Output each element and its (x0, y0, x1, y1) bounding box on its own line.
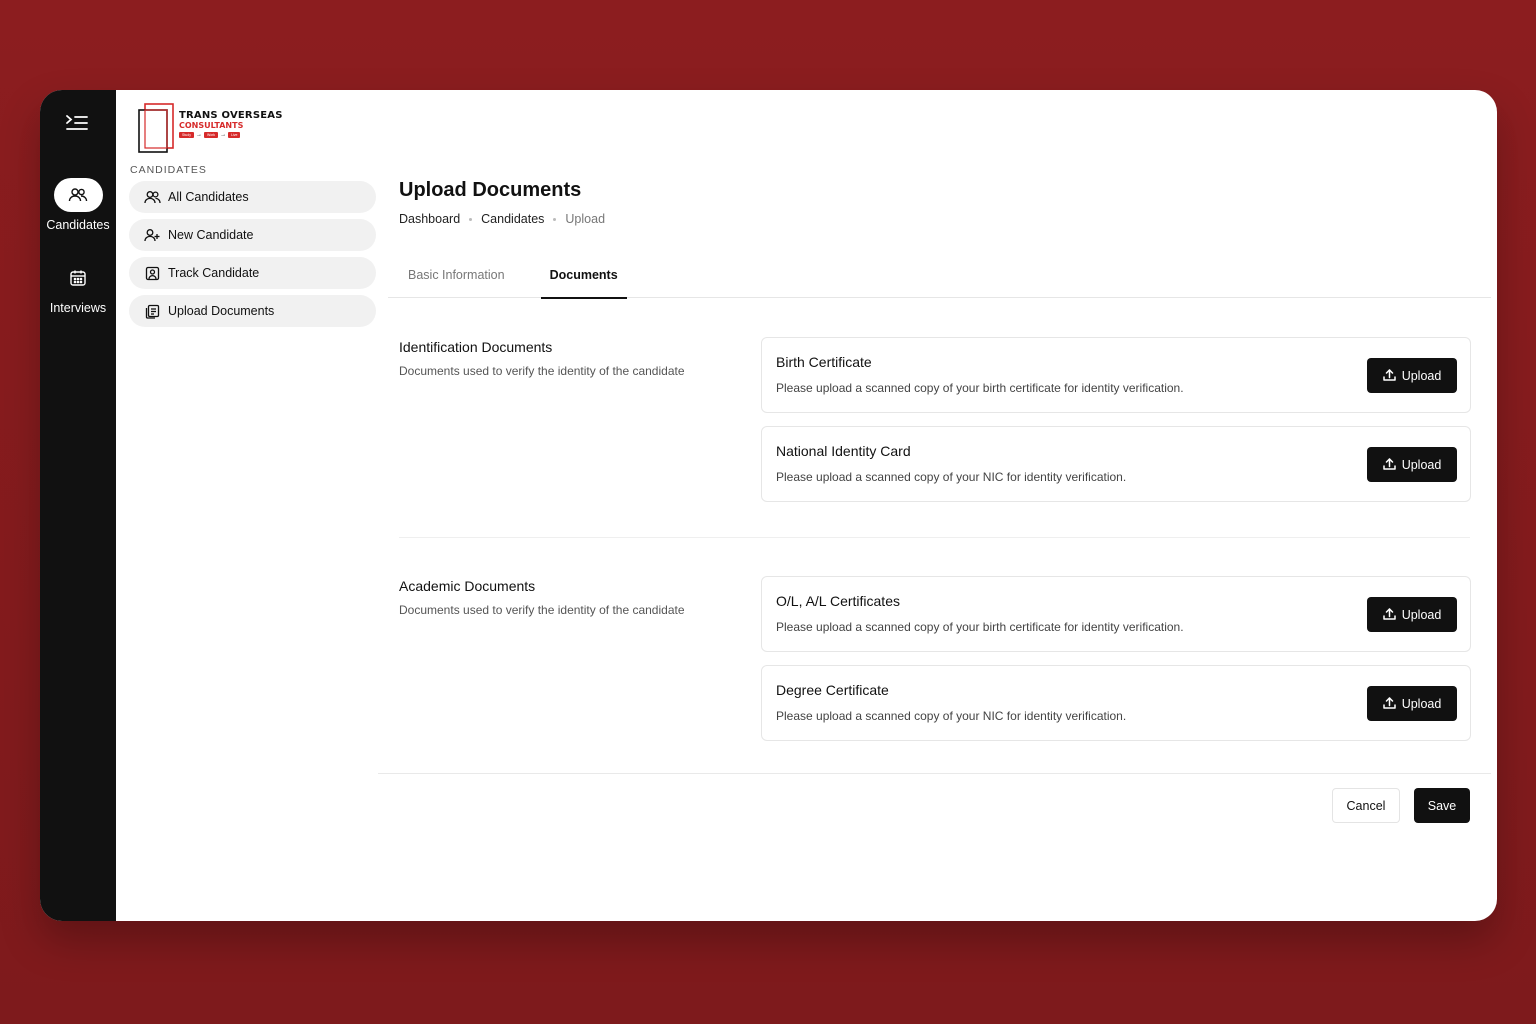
sidebar-item-new-candidate[interactable]: New Candidate (129, 219, 376, 251)
section-divider (399, 537, 1470, 538)
upload-button-label: Upload (1401, 457, 1442, 472)
arrow-icon: → (195, 132, 202, 138)
main-content: Upload Documents Dashboard Candidates Up… (378, 90, 1497, 921)
breadcrumb-separator (469, 217, 473, 221)
brand-tag: Study (179, 132, 194, 138)
brand-tagline: Study → Work → Live (179, 132, 283, 138)
arrow-icon: → (220, 132, 227, 138)
upload-button[interactable]: Upload (1367, 597, 1457, 632)
cancel-button[interactable]: Cancel (1332, 788, 1400, 823)
page-title: Upload Documents (399, 179, 582, 201)
sidebar-item-upload-documents[interactable]: Upload Documents (129, 295, 376, 327)
document-card-national-identity-card: National Identity Card Please upload a s… (761, 426, 1471, 502)
section-description: Documents used to verify the identity of… (399, 364, 685, 378)
breadcrumb-upload: Upload (565, 212, 606, 226)
document-title: National Identity Card (776, 443, 911, 459)
breadcrumb-dashboard[interactable]: Dashboard (399, 212, 460, 226)
upload-button[interactable]: Upload (1367, 686, 1457, 721)
sidebar-item-track-candidate[interactable]: Track Candidate (129, 257, 376, 289)
sidebar-item-label: Track Candidate (168, 266, 260, 280)
users-icon (53, 178, 103, 212)
sidebar-section-label: CANDIDATES (130, 164, 207, 176)
document-title: Birth Certificate (776, 354, 872, 370)
documents-icon (143, 302, 161, 320)
user-square-icon (143, 264, 161, 282)
app-window: Candidates Interviews TRANS OVERSEAS CON… (40, 90, 1497, 921)
upload-button-label: Upload (1401, 696, 1442, 711)
save-button[interactable]: Save (1414, 788, 1470, 823)
section-title: Identification Documents (399, 339, 553, 355)
users-icon (143, 188, 161, 206)
sidebar-item-all-candidates[interactable]: All Candidates (129, 181, 376, 213)
breadcrumb-candidates[interactable]: Candidates (481, 212, 544, 226)
section-description: Documents used to verify the identity of… (399, 603, 685, 617)
sidebar-item-label: All Candidates (168, 190, 249, 204)
logo-mark (137, 102, 175, 154)
tab-documents[interactable]: Documents (540, 258, 627, 299)
breadcrumb: Dashboard Candidates Upload (399, 212, 605, 226)
brand-name: TRANS OVERSEAS (179, 110, 283, 121)
rail-label-interviews: Interviews (49, 301, 107, 315)
upload-icon (1382, 697, 1396, 710)
rail-item-candidates[interactable]: Candidates (40, 178, 116, 232)
calendar-icon (54, 261, 103, 295)
menu-toggle-icon[interactable] (64, 110, 90, 136)
sidebar: TRANS OVERSEAS CONSULTANTS Study → Work … (116, 90, 388, 921)
footer-divider (378, 773, 1491, 774)
document-description: Please upload a scanned copy of your bir… (776, 620, 1184, 634)
upload-button[interactable]: Upload (1367, 447, 1457, 482)
brand-logo: TRANS OVERSEAS CONSULTANTS Study → Work … (137, 102, 388, 154)
sidebar-item-label: Upload Documents (168, 304, 275, 318)
upload-icon (1382, 369, 1396, 382)
rail-item-interviews[interactable]: Interviews (40, 261, 116, 315)
upload-icon (1382, 458, 1396, 471)
document-title: O/L, A/L Certificates (776, 593, 900, 609)
upload-button[interactable]: Upload (1367, 358, 1457, 393)
document-description: Please upload a scanned copy of your bir… (776, 381, 1184, 395)
brand-tag: Work (203, 132, 219, 138)
document-card-birth-certificate: Birth Certificate Please upload a scanne… (761, 337, 1471, 413)
document-card-degree-certificate: Degree Certificate Please upload a scann… (761, 665, 1471, 741)
section-title: Academic Documents (399, 578, 536, 594)
document-card-ol-al-certificates: O/L, A/L Certificates Please upload a sc… (761, 576, 1471, 652)
tab-bar: Basic Information Documents (388, 258, 1491, 299)
sidebar-nav: All Candidates New Candidate Track Candi… (129, 181, 388, 327)
sidebar-item-label: New Candidate (168, 228, 254, 242)
upload-icon (1382, 608, 1396, 621)
tab-basic-information[interactable]: Basic Information (399, 258, 514, 298)
upload-button-label: Upload (1401, 607, 1442, 622)
upload-button-label: Upload (1401, 368, 1442, 383)
document-title: Degree Certificate (776, 682, 889, 698)
rail-label-candidates: Candidates (46, 218, 110, 232)
user-plus-icon (143, 226, 161, 244)
icon-rail: Candidates Interviews (40, 90, 116, 921)
brand-tag: Live (228, 132, 241, 138)
brand-subname: CONSULTANTS (179, 121, 244, 130)
breadcrumb-separator (553, 217, 557, 221)
document-description: Please upload a scanned copy of your NIC… (776, 709, 1127, 723)
document-description: Please upload a scanned copy of your NIC… (776, 470, 1127, 484)
